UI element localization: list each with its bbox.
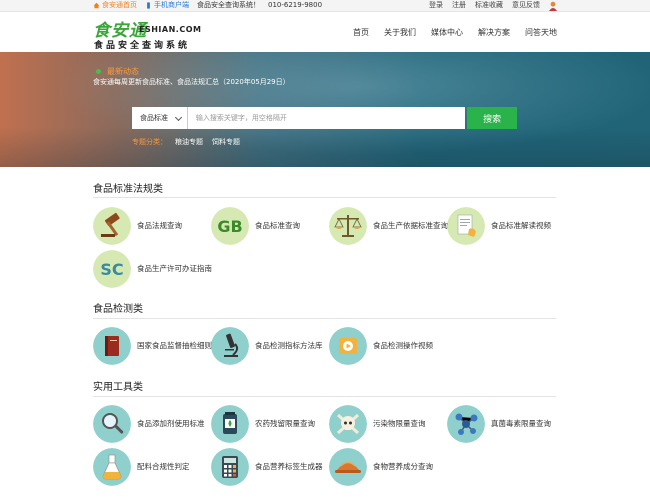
section-divider <box>93 197 556 198</box>
magnifier-icon <box>93 405 131 443</box>
topic-feed[interactable]: 饲料专题 <box>212 137 240 147</box>
tool-nutrition-label-generator[interactable]: 食品营养标签生成器 <box>211 448 326 488</box>
news-link[interactable]: 食安通每周更新食品标准、食品法规汇总（2020年05月29日） <box>93 77 290 87</box>
scale-icon <box>329 207 367 245</box>
search-button[interactable]: 搜索 <box>467 107 517 129</box>
home-icon <box>93 2 100 9</box>
nav-about[interactable]: 关于我们 <box>384 27 416 38</box>
banner-shadow <box>0 127 650 167</box>
nav-media[interactable]: 媒体中心 <box>431 27 463 38</box>
tool-mycotoxin-limit[interactable]: 真菌毒素限量查询 <box>447 405 562 445</box>
skull-icon <box>329 405 367 443</box>
search-category-value: 食品标准 <box>140 114 168 122</box>
section-title-standards: 食品标准法规类 <box>93 184 163 195</box>
home-link-label: 食安通首页 <box>102 1 137 9</box>
section-divider <box>93 318 556 319</box>
news-dot-icon <box>96 69 101 74</box>
mobile-link-label: 手机商户端 <box>154 1 189 9</box>
logo-subtitle: 食品安全查询系统 <box>94 41 191 51</box>
flask-icon <box>93 448 131 486</box>
hotline: 010-6219-9800 <box>268 1 323 9</box>
tool-pesticide-limit[interactable]: 农药残留限量查询 <box>211 405 326 445</box>
calculator-icon <box>211 448 249 486</box>
tool-label: 食品标准解读视频 <box>491 221 551 230</box>
site-logo[interactable]: 食安通 ESHIAN.COM 食品安全查询系统 <box>93 16 208 51</box>
tool-label: 真菌毒素限量查询 <box>491 419 551 428</box>
tool-label: 食品营养标签生成器 <box>255 462 323 471</box>
nav-home[interactable]: 首页 <box>353 27 369 38</box>
tool-label: 食品法规查询 <box>137 221 182 230</box>
svg-text:GB: GB <box>217 217 242 236</box>
topic-grain-oil[interactable]: 粮油专题 <box>175 137 203 147</box>
news-title: 最新动态 <box>107 67 139 76</box>
gavel-icon <box>93 207 131 245</box>
site-header: 食安通 ESHIAN.COM 食品安全查询系统 首页 关于我们 媒体中心 解决方… <box>0 12 650 52</box>
system-name: 食品安全查询系统！ <box>197 1 260 9</box>
tool-contaminant-limit[interactable]: 污染物限量查询 <box>329 405 444 445</box>
tool-label: 国家食品监督抽检细则 <box>137 341 212 350</box>
tool-standard-video[interactable]: 食品标准解读视频 <box>447 207 562 247</box>
tool-food-nutrition-query[interactable]: 食物营养成分查询 <box>329 448 444 488</box>
mobile-link[interactable]: 手机商户端 <box>145 0 189 11</box>
nav-solutions[interactable]: 解决方案 <box>478 27 510 38</box>
food-dish-icon <box>329 448 367 486</box>
section-title-tools: 实用工具类 <box>93 382 143 393</box>
tool-production-standard[interactable]: 食品生产依据标准查询 <box>329 207 448 247</box>
molecule-icon <box>447 405 485 443</box>
svg-text:SC: SC <box>100 260 123 279</box>
tool-label: 农药残留限量查询 <box>255 419 315 428</box>
topic-links: 专题分类： 粮油专题 饲料专题 <box>132 137 249 147</box>
tool-label: 食品生产许可办证指南 <box>137 264 212 273</box>
search-banner: 最新动态 食安通每周更新食品标准、食品法规汇总（2020年05月29日） 食品标… <box>0 52 650 167</box>
search-input[interactable] <box>187 107 466 129</box>
tool-label: 配料合规性判定 <box>137 462 190 471</box>
feedback-link[interactable]: 意见反馈 <box>512 0 540 11</box>
phone-icon <box>147 2 150 9</box>
tool-license-guide[interactable]: SC 食品生产许可办证指南 <box>93 250 212 290</box>
section-title-testing: 食品检测类 <box>93 304 143 315</box>
tool-label: 食品检测指标方法库 <box>255 341 323 350</box>
play-icon <box>329 327 367 365</box>
favorites-link[interactable]: 标准收藏 <box>475 0 503 11</box>
news-heading: 最新动态 <box>96 66 139 77</box>
tool-label: 食物营养成分查询 <box>373 462 433 471</box>
tool-label: 食品添加剂使用标准 <box>137 419 205 428</box>
user-avatar-icon[interactable] <box>548 1 558 11</box>
section-divider <box>93 396 556 397</box>
search-category-select[interactable]: 食品标准 <box>132 107 188 129</box>
pesticide-icon <box>211 405 249 443</box>
main-nav: 首页 关于我们 媒体中心 解决方案 问答天地 <box>338 27 557 38</box>
tool-label: 污染物限量查询 <box>373 419 426 428</box>
tool-ingredient-compliance[interactable]: 配料合规性判定 <box>93 448 208 488</box>
book-icon <box>93 327 131 365</box>
tool-test-video[interactable]: 食品检测操作视频 <box>329 327 444 367</box>
tool-standard-query[interactable]: GB 食品标准查询 <box>211 207 326 247</box>
microscope-icon <box>211 327 249 365</box>
home-link[interactable]: 食安通首页 <box>93 0 137 11</box>
search-bar: 食品标准 搜索 <box>132 107 517 129</box>
register-link[interactable]: 注册 <box>452 0 466 11</box>
gb-icon: GB <box>211 207 249 245</box>
tool-test-methods[interactable]: 食品检测指标方法库 <box>211 327 326 367</box>
topics-label: 专题分类： <box>132 138 167 146</box>
tool-label: 食品检测操作视频 <box>373 341 433 350</box>
chevron-down-icon <box>174 113 182 122</box>
tool-label: 食品标准查询 <box>255 221 300 230</box>
tool-regulation-query[interactable]: 食品法规查询 <box>93 207 208 247</box>
sc-icon: SC <box>93 250 131 288</box>
tool-additive-standard[interactable]: 食品添加剂使用标准 <box>93 405 208 445</box>
document-hand-icon <box>447 207 485 245</box>
top-strip: 食安通首页 手机商户端 食品安全查询系统！ 010-6219-9800 登录 注… <box>0 0 650 12</box>
nav-qa[interactable]: 问答天地 <box>525 27 557 38</box>
tool-label: 食品生产依据标准查询 <box>373 221 448 230</box>
login-link[interactable]: 登录 <box>429 0 443 11</box>
tool-sampling-rules[interactable]: 国家食品监督抽检细则 <box>93 327 212 367</box>
logo-en: ESHIAN.COM <box>139 25 202 34</box>
